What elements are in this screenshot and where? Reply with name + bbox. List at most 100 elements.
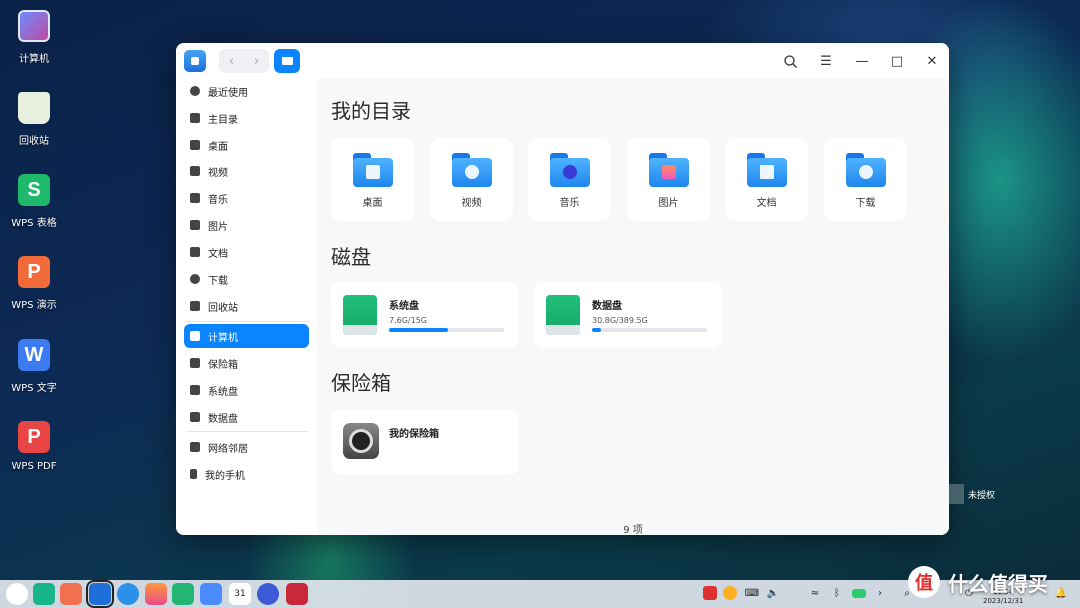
- computer-icon: [190, 331, 200, 341]
- trash-icon: [18, 92, 50, 124]
- sidebar-item-network[interactable]: 网络邻居: [184, 435, 309, 459]
- battery-icon[interactable]: [852, 589, 866, 598]
- disk-name: 系统盘: [389, 301, 419, 312]
- tray-app-icon[interactable]: [703, 586, 717, 600]
- desktop-icon-wps-presentation[interactable]: P WPS 演示: [0, 256, 68, 311]
- sidebar-item-documents[interactable]: 文档: [184, 240, 309, 264]
- license-notice: 未授权: [948, 484, 995, 504]
- trash-icon: [190, 301, 200, 311]
- disk-card-data[interactable]: 数据盘 30.8G/389.5G: [534, 282, 722, 348]
- sidebar-item-downloads[interactable]: 下载: [184, 267, 309, 291]
- back-icon[interactable]: ‹: [219, 49, 244, 73]
- sidebar-item-label: 保险箱: [208, 359, 238, 371]
- picture-icon: [190, 220, 200, 230]
- sidebar-item-label: 数据盘: [208, 413, 238, 425]
- sidebar-item-videos[interactable]: 视频: [184, 159, 309, 183]
- sidebar-item-computer[interactable]: 计算机: [184, 324, 309, 348]
- computer-icon: [18, 10, 50, 42]
- desktop-icon-wps-pdf[interactable]: P WPS PDF: [0, 421, 68, 472]
- desktop-icon-trash[interactable]: 回收站: [0, 92, 68, 147]
- dir-card-videos[interactable]: 视频: [430, 138, 513, 221]
- forward-icon[interactable]: ›: [244, 49, 269, 73]
- desktop-icon-label: WPS 演示: [11, 300, 57, 311]
- sidebar-item-data-disk[interactable]: 数据盘: [184, 405, 309, 429]
- desktop-icon-label: 回收站: [19, 136, 49, 147]
- maximize-icon[interactable]: □: [885, 49, 909, 73]
- expand-tray-icon[interactable]: ›: [873, 586, 887, 600]
- launcher-icon[interactable]: [6, 583, 28, 605]
- dir-card-downloads[interactable]: 下载: [824, 138, 907, 221]
- search-icon[interactable]: [778, 49, 802, 73]
- disk-usage-bar: [389, 328, 504, 332]
- dir-card-label: 图片: [658, 198, 679, 209]
- desktop-icon-wps-writer[interactable]: W WPS 文字: [0, 339, 68, 394]
- settings-icon[interactable]: [257, 583, 279, 605]
- sidebar-item-system-disk[interactable]: 系统盘: [184, 378, 309, 402]
- desktop-icon-label: WPS 表格: [11, 218, 57, 229]
- network-icon: [190, 442, 200, 452]
- terminal-icon[interactable]: [286, 583, 308, 605]
- download-icon: [190, 274, 200, 284]
- notification-icon[interactable]: 🔔: [1054, 586, 1068, 600]
- close-icon[interactable]: ✕: [920, 49, 944, 73]
- sidebar-item-recent[interactable]: 最近使用: [184, 79, 309, 103]
- desktop-icon-wps-spreadsheet[interactable]: S WPS 表格: [0, 174, 68, 229]
- dir-card-pictures[interactable]: 图片: [627, 138, 710, 221]
- wps-writer-icon: W: [18, 339, 50, 371]
- sidebar-item-phone[interactable]: 我的手机: [184, 462, 309, 486]
- minimize-icon[interactable]: —: [850, 49, 874, 73]
- breadcrumb-computer-button[interactable]: [274, 49, 300, 73]
- bluetooth-icon[interactable]: ᛒ: [830, 586, 844, 600]
- music-player-icon[interactable]: [172, 583, 194, 605]
- disk-usage-fill: [592, 328, 602, 332]
- wps-spreadsheet-icon: S: [18, 174, 50, 206]
- disk-icon: [190, 385, 200, 395]
- data-disk-icon: [546, 295, 580, 335]
- titlebar: ‹ › ☰ — □ ✕: [176, 43, 949, 79]
- sidebar-item-home[interactable]: 主目录: [184, 106, 309, 130]
- sidebar-item-label: 计算机: [208, 332, 238, 344]
- disk-card-system[interactable]: 系统盘 7.6G/15G: [331, 282, 519, 348]
- app-store-icon[interactable]: [60, 583, 82, 605]
- volume-icon[interactable]: 🔈: [766, 586, 780, 600]
- sidebar-divider: [186, 431, 309, 432]
- multitask-view-icon[interactable]: [33, 583, 55, 605]
- desktop-icon-computer[interactable]: 计算机: [0, 10, 68, 65]
- sidebar-item-trash[interactable]: 回收站: [184, 294, 309, 318]
- wifi-icon[interactable]: ≈: [808, 586, 822, 600]
- clock-icon: [190, 86, 200, 96]
- image-viewer-icon[interactable]: [145, 583, 167, 605]
- dir-card-documents[interactable]: 文档: [725, 138, 808, 221]
- disk-size: 7.6G/15G: [389, 316, 427, 325]
- sidebar-item-music[interactable]: 音乐: [184, 186, 309, 210]
- sidebar-item-label: 下载: [208, 275, 228, 287]
- sidebar-item-desktop[interactable]: 桌面: [184, 133, 309, 157]
- item-count-status: 9 项: [623, 525, 643, 535]
- sidebar-divider: [186, 321, 309, 322]
- file-manager-logo-icon: [184, 50, 206, 72]
- desktop-icon-label: WPS 文字: [11, 383, 57, 394]
- sidebar-item-vault[interactable]: 保险箱: [184, 351, 309, 375]
- dir-card-desktop[interactable]: 桌面: [331, 138, 414, 221]
- keyboard-icon[interactable]: ⌨: [745, 586, 759, 600]
- document-icon: [190, 247, 200, 257]
- watermark-text: 什么值得买: [948, 571, 1048, 596]
- watermark-logo: 值: [908, 566, 940, 598]
- disk-name: 数据盘: [592, 301, 622, 312]
- vault-card[interactable]: 我的保险箱: [331, 409, 519, 475]
- input-method-icon[interactable]: [723, 586, 737, 600]
- dir-card-music[interactable]: 音乐: [528, 138, 611, 221]
- music-icon: [190, 193, 200, 203]
- document-viewer-icon[interactable]: [200, 583, 222, 605]
- file-manager-window: ‹ › ☰ — □ ✕ 最近使用 主目录 桌面 视频 音乐 图片 文档 下载 回…: [176, 43, 949, 535]
- sidebar-item-label: 最近使用: [208, 87, 248, 99]
- sidebar-item-pictures[interactable]: 图片: [184, 213, 309, 237]
- vault-icon: [343, 423, 379, 459]
- calendar-icon[interactable]: 31: [229, 583, 251, 605]
- browser-icon[interactable]: [117, 583, 139, 605]
- dir-card-label: 视频: [461, 198, 482, 209]
- sidebar-item-label: 主目录: [208, 114, 238, 126]
- clock-date: 2023/12/31: [983, 597, 1024, 605]
- menu-icon[interactable]: ☰: [814, 49, 838, 73]
- file-manager-taskbar-icon[interactable]: [86, 580, 114, 608]
